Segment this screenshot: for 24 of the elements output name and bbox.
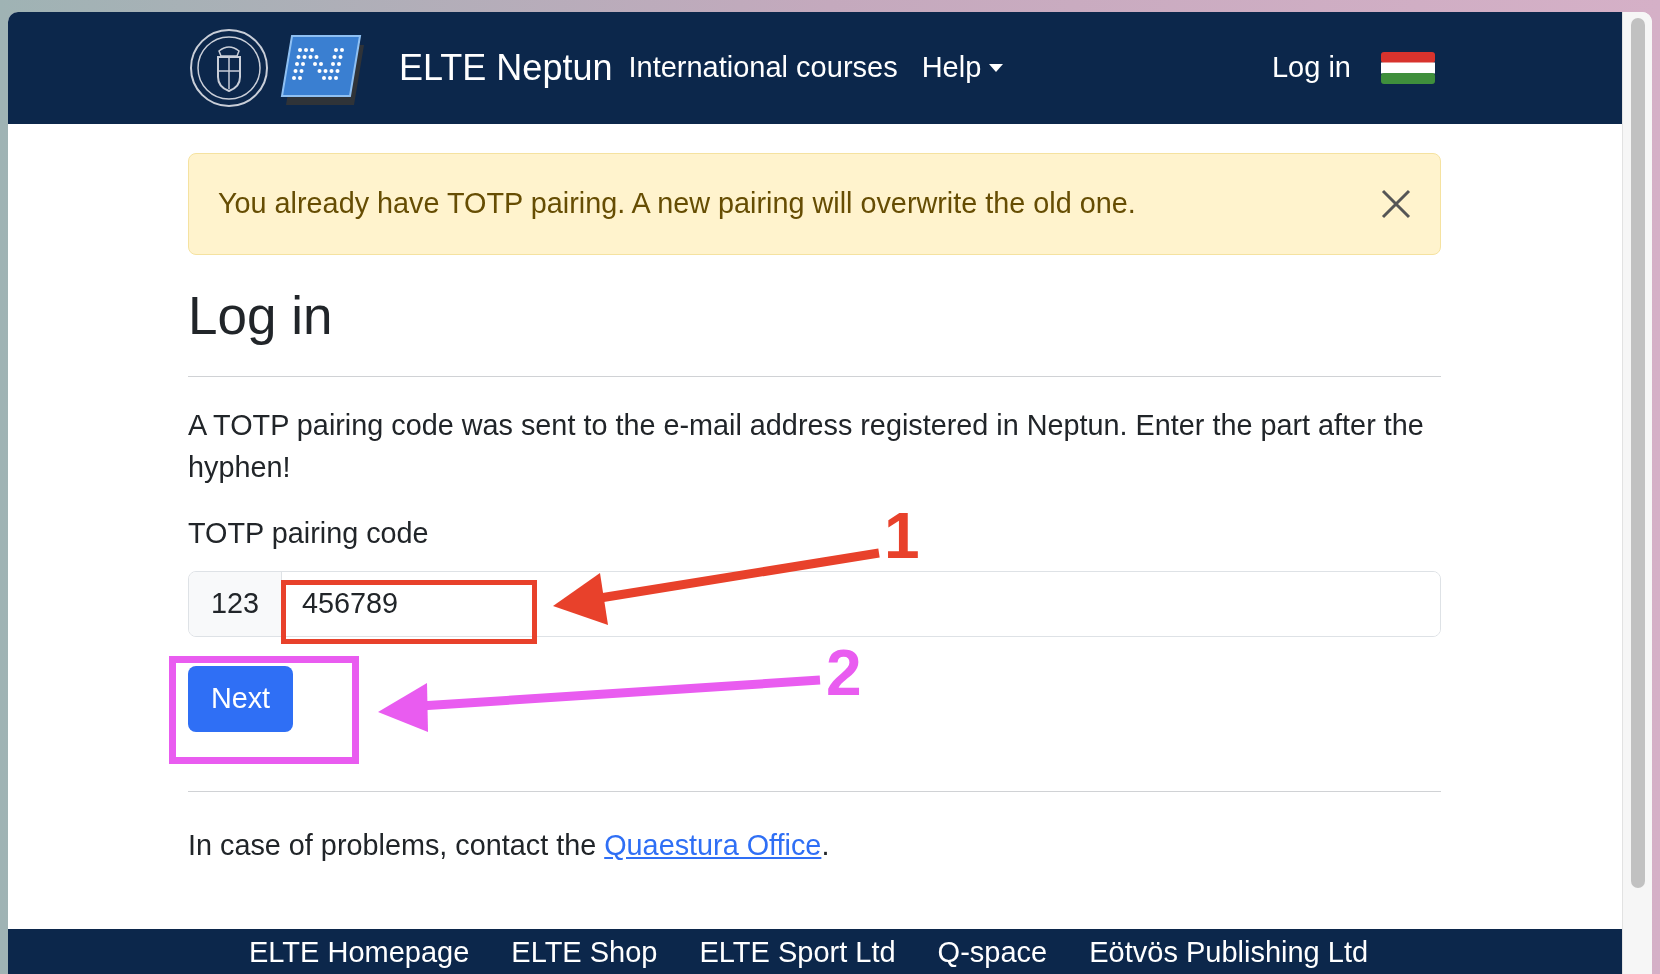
pairing-code-field[interactable]: 123 456789	[188, 571, 1441, 637]
next-button[interactable]: Next	[188, 666, 293, 732]
footer-link[interactable]: Q-space	[937, 935, 1048, 970]
brand-name[interactable]: ELTE Neptun	[399, 41, 613, 95]
footer-link[interactable]: Eötvös Publishing Ltd	[1089, 935, 1369, 970]
alert-message: You already have TOTP pairing. A new pairing will overwrite the old one.	[218, 186, 1136, 222]
quaestura-office-link[interactable]: Quaestura Office	[604, 829, 822, 861]
page-heading: Log in	[188, 285, 334, 347]
close-icon[interactable]	[1381, 189, 1411, 219]
scrollbar[interactable]	[1622, 12, 1652, 974]
nav-link[interactable]: Help	[921, 46, 1004, 90]
nav-link[interactable]: International courses	[628, 46, 898, 90]
login-link[interactable]: Log in	[1272, 46, 1351, 90]
code-prefix: 123	[189, 572, 282, 636]
annotation-number: 1	[884, 504, 920, 568]
footer-link[interactable]: ELTE Sport Ltd	[699, 935, 896, 970]
help-text: In case of problems, contact the Quaestura Office.	[188, 828, 831, 863]
instructions-text: A TOTP pairing code was sent to the e-mail address registered in Neptun. Enter the part after the hyphen!	[188, 408, 1425, 485]
footer-link[interactable]: ELTE Homepage	[249, 935, 470, 970]
field-label: TOTP pairing code	[188, 516, 429, 550]
footer-link[interactable]: ELTE Shop	[511, 935, 658, 970]
hungarian-flag-icon[interactable]	[1381, 52, 1435, 84]
crest-logo-icon	[188, 27, 270, 109]
annotation-number: 2	[826, 641, 862, 705]
